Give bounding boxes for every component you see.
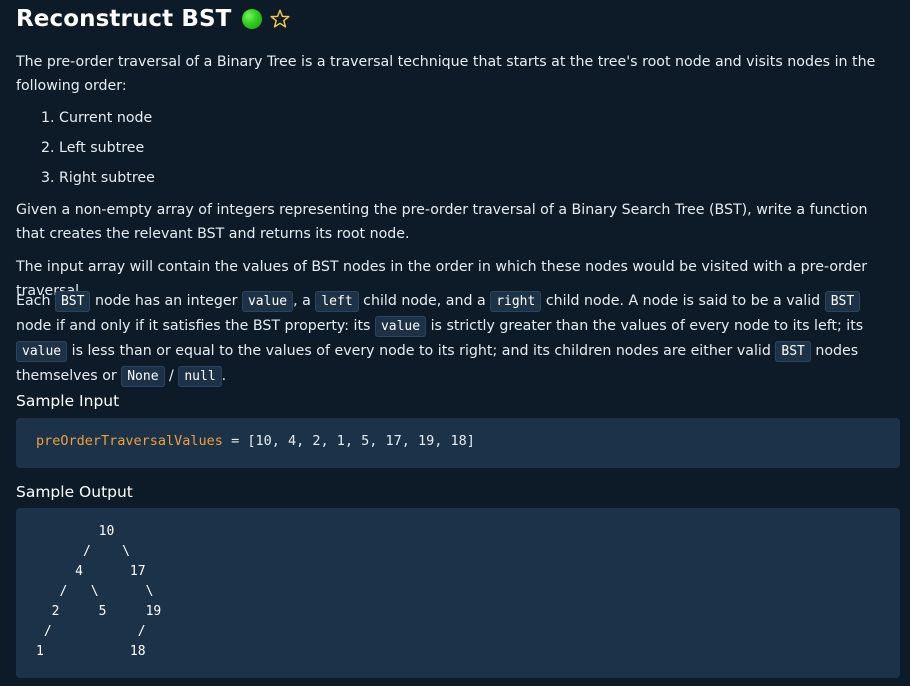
sample-input-code: preOrderTraversalValues = [10, 4, 2, 1, … bbox=[36, 433, 475, 449]
problem-title: Reconstruct BST bbox=[16, 6, 232, 32]
text-span: child node, and a bbox=[358, 293, 491, 309]
text-span: is strictly greater than the values of e… bbox=[426, 318, 864, 334]
bst-tree-diagram: 10 / \ 4 17 / \ \ 2 5 19 / / 1 18 bbox=[36, 524, 162, 659]
sample-output-code-block: 10 / \ 4 17 / \ \ 2 5 19 / / 1 18 bbox=[16, 508, 900, 678]
completed-status-icon bbox=[242, 9, 263, 29]
traversal-order-list: 1. Current node 2. Left subtree 3. Right… bbox=[41, 106, 155, 196]
sample-input-heading: Sample Input bbox=[16, 392, 120, 410]
text-span: node has an integer bbox=[90, 293, 242, 309]
text-span: node if and only if it satisfies the BST… bbox=[16, 318, 375, 334]
list-item: 1. Current node bbox=[41, 110, 153, 126]
code-value: = [10, 4, 2, 1, 5, 17, 19, 18] bbox=[222, 433, 475, 449]
inline-code: value bbox=[16, 341, 68, 362]
text-span: is less than or equal to the values of e… bbox=[67, 343, 776, 359]
code-variable: preOrderTraversalValues bbox=[36, 433, 223, 449]
bst-definition-paragraph: Each BST node has an integer value, a le… bbox=[16, 289, 900, 389]
task-paragraph: Given a non-empty array of integers repr… bbox=[16, 202, 868, 242]
inline-code: value bbox=[241, 291, 294, 312]
inline-code: BST bbox=[775, 341, 811, 362]
text-span: , a bbox=[293, 293, 316, 309]
description-paragraph: The pre-order traversal of a Binary Tree… bbox=[16, 54, 876, 94]
title-row: Reconstruct BST bbox=[16, 0, 900, 38]
text-span: Each bbox=[16, 293, 55, 309]
inline-code: None bbox=[121, 366, 165, 387]
text-span: . bbox=[221, 368, 227, 384]
inline-code: left bbox=[315, 291, 359, 312]
inline-code: BST bbox=[54, 291, 91, 312]
text-span: child node. A node is said to be a valid bbox=[541, 293, 825, 309]
inline-code: value bbox=[374, 316, 427, 337]
text-span: / bbox=[164, 368, 179, 384]
inline-code: right bbox=[490, 291, 542, 312]
inline-code: null bbox=[178, 366, 222, 387]
sample-output-heading: Sample Output bbox=[16, 483, 133, 501]
inline-code: BST bbox=[824, 291, 861, 312]
list-item: 3. Right subtree bbox=[41, 170, 155, 186]
list-item: 2. Left subtree bbox=[41, 140, 145, 156]
sample-input-code-block: preOrderTraversalValues = [10, 4, 2, 1, … bbox=[16, 418, 900, 468]
problem-panel: Reconstruct BST The pre-order traversal … bbox=[16, 0, 900, 678]
star-outline-icon[interactable] bbox=[268, 7, 292, 31]
